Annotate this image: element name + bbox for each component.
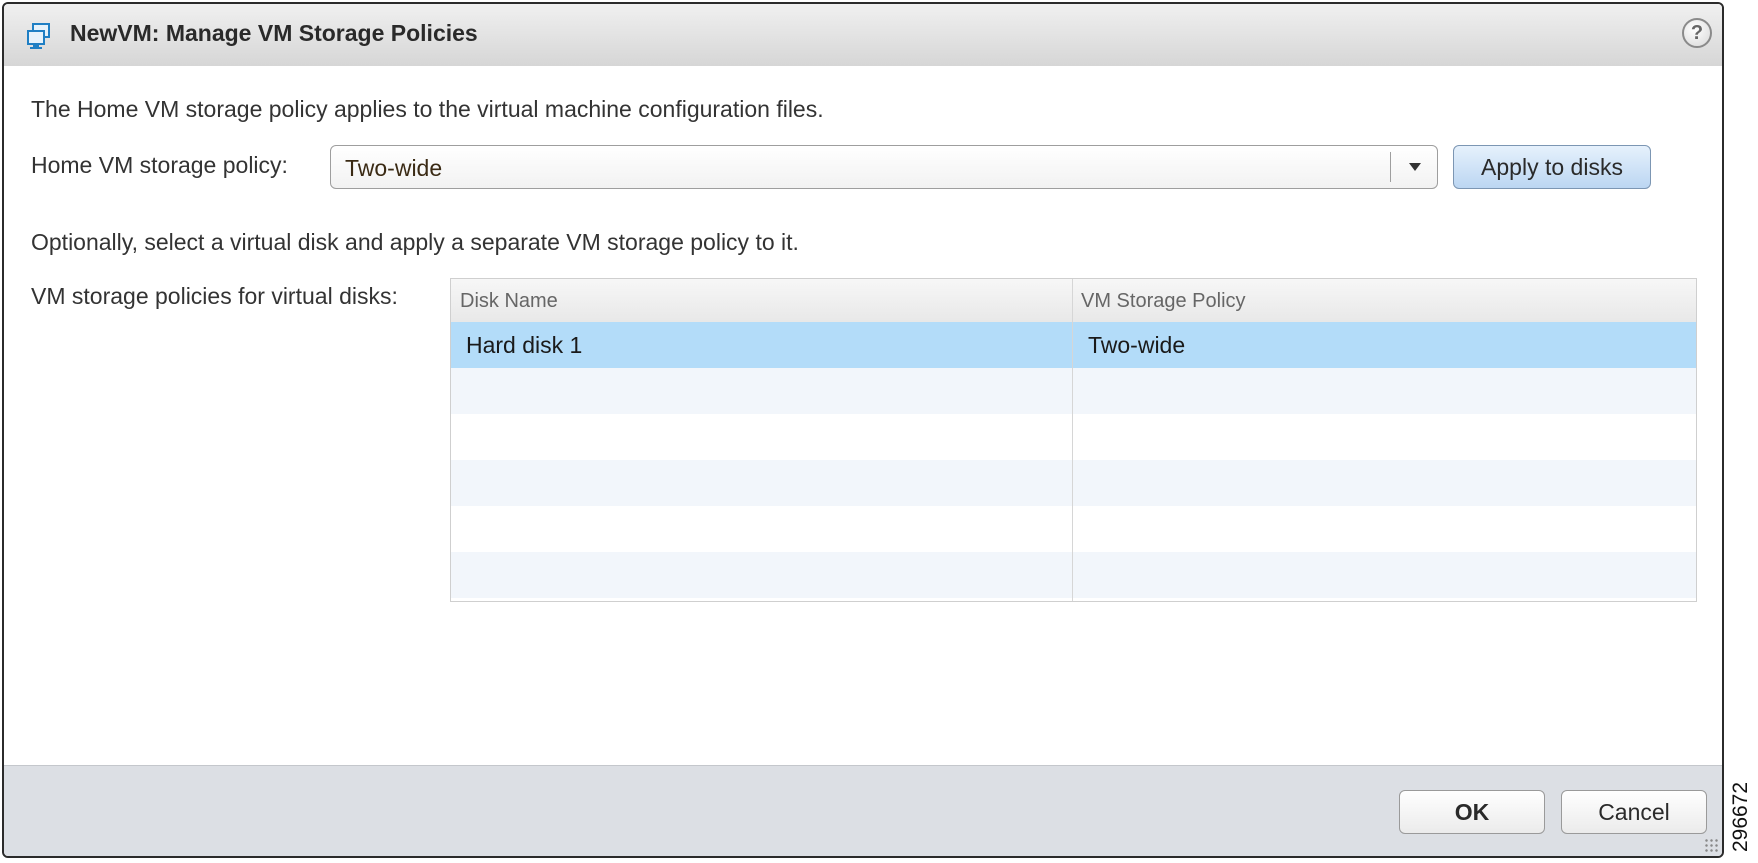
- dialog-body: The Home VM storage policy applies to th…: [4, 66, 1722, 774]
- home-policy-dropdown[interactable]: Two-wide: [330, 145, 1438, 189]
- vm-storage-policy-cell[interactable]: Two-wide: [1088, 332, 1185, 359]
- disk-name-cell: Hard disk 1: [466, 332, 583, 358]
- column-divider[interactable]: [1072, 279, 1073, 601]
- apply-to-disks-button[interactable]: Apply to disks: [1453, 145, 1651, 189]
- help-icon[interactable]: ?: [1682, 18, 1712, 48]
- empty-table-row: [451, 460, 1696, 506]
- page: NewVM: Manage VM Storage Policies ? The …: [0, 0, 1758, 863]
- table-header: Disk Name VM Storage Policy: [451, 279, 1696, 323]
- resize-grip-icon[interactable]: [1704, 838, 1718, 852]
- table-row[interactable]: Hard disk 1 Two-wide: [451, 322, 1696, 368]
- empty-table-row: [451, 368, 1696, 414]
- intro-text: The Home VM storage policy applies to th…: [31, 96, 824, 122]
- column-header-disk-name[interactable]: Disk Name: [460, 290, 558, 313]
- figure-id: 296672: [1726, 775, 1756, 859]
- disk-policies-label: VM storage policies for virtual disks:: [31, 283, 398, 309]
- home-policy-label: Home VM storage policy:: [31, 152, 288, 178]
- figure-id-text: 296672: [1729, 781, 1752, 853]
- dropdown-divider: [1390, 152, 1391, 182]
- ok-button[interactable]: OK: [1399, 790, 1545, 834]
- dialog-title: NewVM: Manage VM Storage Policies: [70, 20, 478, 46]
- disk-policy-table: Disk Name VM Storage Policy Hard disk 1 …: [450, 278, 1697, 602]
- empty-table-row: [451, 506, 1696, 552]
- empty-table-row: [451, 414, 1696, 460]
- empty-table-row: [451, 552, 1696, 598]
- chevron-down-icon[interactable]: [1409, 163, 1421, 171]
- cancel-button[interactable]: Cancel: [1561, 790, 1707, 834]
- title-bar[interactable]: NewVM: Manage VM Storage Policies ?: [4, 4, 1722, 67]
- home-policy-value: Two-wide: [345, 155, 443, 181]
- dialog-footer: OK Cancel: [4, 765, 1722, 856]
- optional-text: Optionally, select a virtual disk and ap…: [31, 229, 799, 255]
- column-header-vm-storage-policy[interactable]: VM Storage Policy: [1081, 290, 1246, 313]
- vm-icon: [27, 23, 50, 49]
- manage-storage-policies-dialog: NewVM: Manage VM Storage Policies ? The …: [2, 2, 1724, 858]
